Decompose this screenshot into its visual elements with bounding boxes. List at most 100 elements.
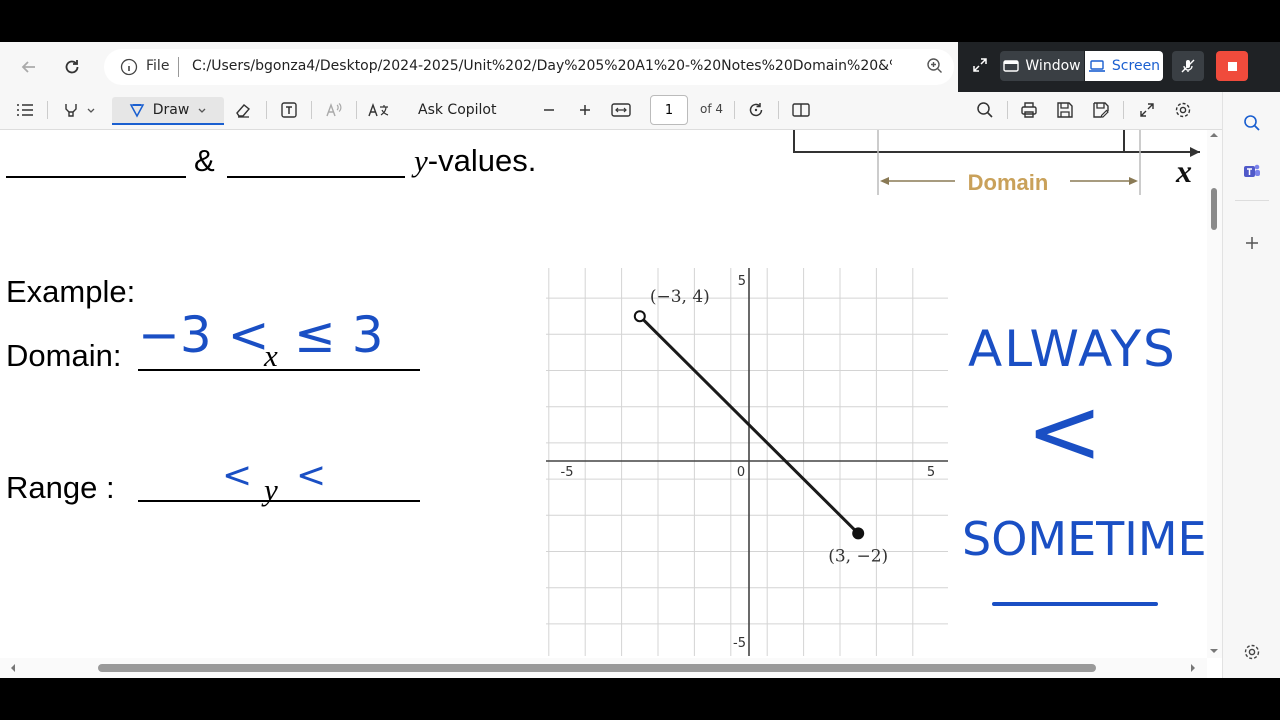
chevron-down-icon [87, 108, 95, 113]
text-box-button[interactable] [276, 97, 302, 123]
print-button[interactable] [1016, 97, 1042, 123]
save-as-icon [1093, 102, 1109, 118]
domain-x-variable: x [264, 338, 278, 373]
x-tick-label: 5 [927, 465, 935, 480]
toolbar-divider [734, 101, 735, 119]
rotate-button[interactable] [743, 97, 769, 123]
eraser-button[interactable] [230, 97, 256, 123]
horizontal-scroll-thumb[interactable] [98, 664, 1096, 672]
toolbar-divider [1123, 101, 1124, 119]
pdf-toolbar: Draw Ask Copilot of 4 [0, 92, 1222, 130]
url-field[interactable]: File C:/Users/bgonza4/Desktop/2024-2025/… [104, 49, 954, 85]
toolbar-divider [778, 101, 779, 119]
domain-answer-line [138, 369, 420, 371]
save-icon [1057, 102, 1073, 118]
page-count-label: of 4 [700, 102, 724, 116]
sidebar-search-button[interactable] [1241, 112, 1263, 134]
search-button[interactable] [972, 97, 998, 123]
graph-series: (−3, 4) (3, −2) [633, 287, 888, 566]
zoom-in-button[interactable] [572, 97, 598, 123]
x-tick-label: -5 [561, 465, 574, 480]
ampersand-text: & [194, 143, 215, 178]
sidebar-settings-button[interactable] [1241, 641, 1263, 663]
y-values-text: y-values. [414, 143, 536, 179]
closed-endpoint [852, 527, 865, 540]
mic-off-icon [1181, 59, 1195, 73]
screen-mode-label: Screen [1111, 58, 1161, 74]
domain-handwriting-left: −3 < [138, 306, 270, 364]
window-mode-button[interactable]: Window [1000, 51, 1084, 81]
page-view-icon [792, 103, 810, 117]
diagram-arrowhead-left [880, 177, 889, 185]
diagram-domain-label: Domain [968, 170, 1049, 195]
file-label: File [146, 58, 170, 74]
sidebar-teams-button[interactable] [1241, 160, 1263, 182]
vertical-scroll-thumb[interactable] [1211, 188, 1217, 230]
diagram-arrowhead-right [1129, 177, 1138, 185]
screen-mode-button[interactable]: Screen [1085, 51, 1163, 81]
contents-button[interactable] [12, 97, 38, 123]
point-label: (3, −2) [828, 546, 888, 566]
horizontal-scrollbar[interactable] [0, 658, 1207, 678]
rotate-icon [749, 103, 763, 117]
open-endpoint [633, 310, 646, 323]
draw-button[interactable]: Draw [112, 97, 224, 125]
translate-button[interactable] [366, 97, 392, 123]
back-button[interactable] [16, 54, 42, 80]
save-button[interactable] [1052, 97, 1078, 123]
graph-grid [546, 268, 948, 656]
info-icon[interactable] [120, 58, 138, 76]
handwriting-always: ALWAYS [968, 320, 1177, 378]
eraser-icon [236, 104, 251, 118]
toolbar-divider [356, 101, 357, 119]
vertical-scrollbar[interactable] [1207, 130, 1222, 658]
domain-label: Domain: [6, 338, 122, 373]
page-view-button[interactable] [788, 97, 814, 123]
browser-sidebar [1222, 92, 1280, 678]
teams-icon [1244, 164, 1260, 177]
fit-width-button[interactable] [608, 97, 634, 123]
ask-copilot-button[interactable]: Ask Copilot [418, 97, 508, 123]
screen-recorder-panel: Window Screen [958, 42, 1280, 93]
read-aloud-button[interactable] [321, 97, 347, 123]
scroll-left-icon[interactable] [8, 663, 18, 673]
url-text[interactable]: C:/Users/bgonza4/Desktop/2024-2025/Unit%… [192, 58, 892, 74]
text-box-icon [281, 102, 297, 118]
example-label: Example: [6, 274, 136, 309]
page-number-input[interactable] [650, 95, 688, 125]
sidebar-divider [1235, 200, 1269, 201]
settings-button[interactable] [1170, 97, 1196, 123]
settings-icon [1175, 102, 1191, 118]
y-tick-label: -5 [733, 636, 746, 651]
fullscreen-button[interactable] [1134, 97, 1160, 123]
toolbar-divider [311, 101, 312, 119]
handwriting-sometimes: SOMETIMES [962, 512, 1207, 566]
pen-icon [129, 104, 144, 118]
read-aloud-icon [326, 102, 342, 117]
scroll-right-icon[interactable] [1188, 663, 1198, 673]
y-values-suffix: -values. [427, 143, 537, 178]
fill-blank-line [227, 176, 405, 178]
zoom-out-button[interactable] [536, 97, 562, 123]
refresh-button[interactable] [59, 54, 85, 80]
toolbar-divider [266, 101, 267, 119]
domain-handwriting-right: ≤ 3 [294, 306, 384, 364]
range-handwriting-left: < [222, 455, 253, 496]
diagram-box [793, 130, 1125, 153]
fill-blank-line [6, 176, 186, 178]
stop-recording-button[interactable] [1216, 51, 1248, 81]
search-icon [1244, 115, 1260, 131]
save-as-button[interactable] [1088, 97, 1114, 123]
scroll-down-icon[interactable] [1209, 646, 1219, 656]
toolbar-divider [47, 101, 48, 119]
point-label: (−3, 4) [650, 287, 710, 307]
contents-icon [17, 104, 33, 116]
expand-icon[interactable] [972, 57, 988, 73]
url-separator [178, 57, 179, 77]
sidebar-add-button[interactable] [1241, 232, 1263, 254]
scroll-up-icon[interactable] [1209, 130, 1219, 140]
highlight-button[interactable] [56, 97, 102, 123]
zoom-icon[interactable] [926, 57, 944, 75]
mute-mic-button[interactable] [1172, 51, 1204, 81]
pdf-page: & y-values. Domain x Example: Domain: −3… [0, 130, 1207, 658]
